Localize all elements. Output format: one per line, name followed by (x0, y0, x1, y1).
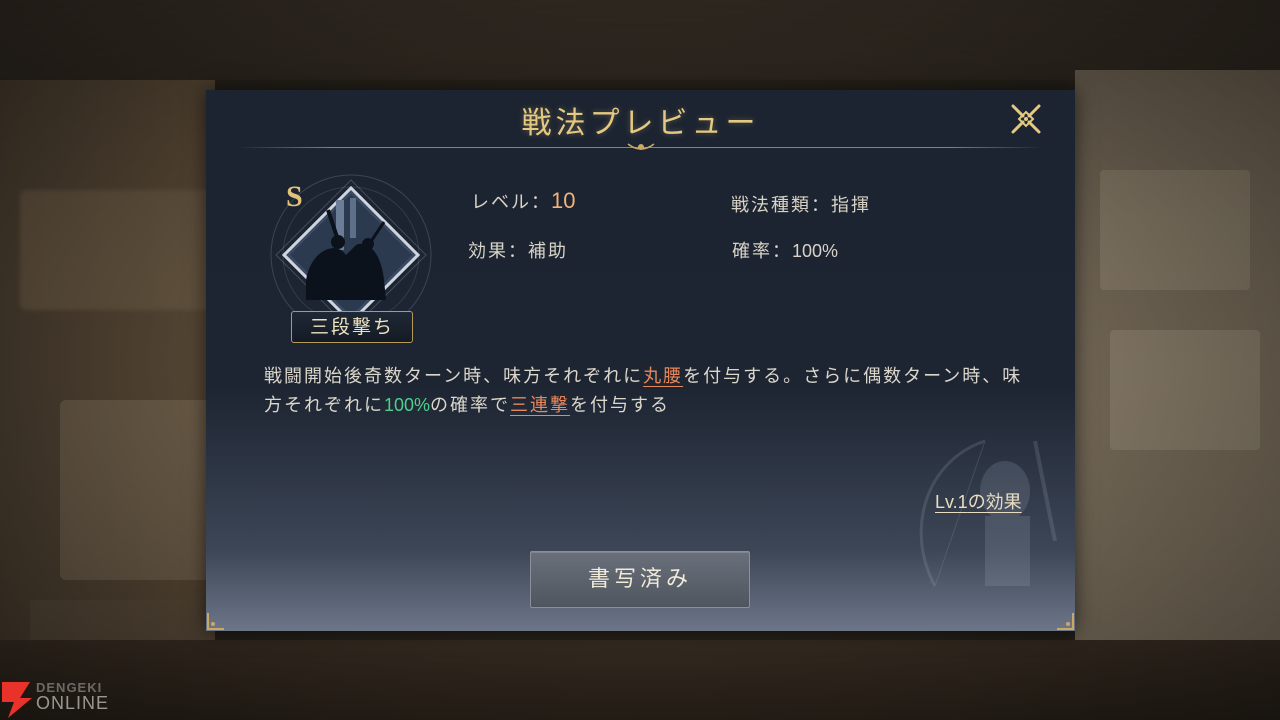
title-ornament-icon (627, 143, 655, 150)
description-percent: 100% (384, 395, 431, 415)
keyword-link-sanrengeki[interactable]: 三連撃 (510, 395, 570, 416)
description-text-3: の確率で (430, 395, 511, 416)
effect-value: 補助 (528, 241, 568, 262)
level-stat: レベル：10 (471, 188, 575, 214)
dialog-title: 戦法プレビュー (521, 106, 760, 141)
level-label: レベル： (471, 192, 551, 213)
description-text-4: を付与する (570, 395, 671, 416)
level-value: 10 (551, 188, 576, 213)
copied-button[interactable]: 書写済み (530, 551, 750, 608)
watermark-line-2: ONLINE (36, 693, 110, 713)
skill-preview-dialog: 戦法プレビュー S 三段撃ち レベル：10 戦法種類：指揮 効果：補助 確率：1… (206, 90, 1075, 631)
description-text-1: 戦闘開始後奇数ターン時、味方それぞれに (264, 366, 644, 387)
rank-badge: S (286, 180, 303, 213)
rate-value: 100% (792, 241, 839, 261)
rate-label: 確率： (732, 241, 792, 262)
lv1-effect-link[interactable]: Lv.1の効果 (935, 488, 1022, 514)
skill-description: 戦闘開始後奇数ターン時、味方それぞれに丸腰を付与する。さらに偶数ターン時、味方そ… (264, 362, 1024, 420)
type-label: 戦法種類： (731, 195, 831, 216)
effect-stat: 効果：補助 (468, 237, 568, 263)
type-value: 指揮 (831, 195, 871, 216)
effect-label: 効果： (468, 241, 528, 262)
lv1-suffix: の効果 (967, 492, 1022, 513)
lv1-prefix: Lv.1 (935, 492, 968, 512)
keyword-link-marugoshi[interactable]: 丸腰 (643, 366, 683, 387)
corner-ornament-icon (207, 613, 224, 630)
type-stat: 戦法種類：指揮 (731, 191, 871, 217)
rate-stat: 確率：100% (732, 237, 838, 263)
corner-ornament-icon (1057, 613, 1074, 630)
close-icon[interactable] (1009, 102, 1043, 136)
skill-name: 三段撃ち (291, 311, 413, 343)
